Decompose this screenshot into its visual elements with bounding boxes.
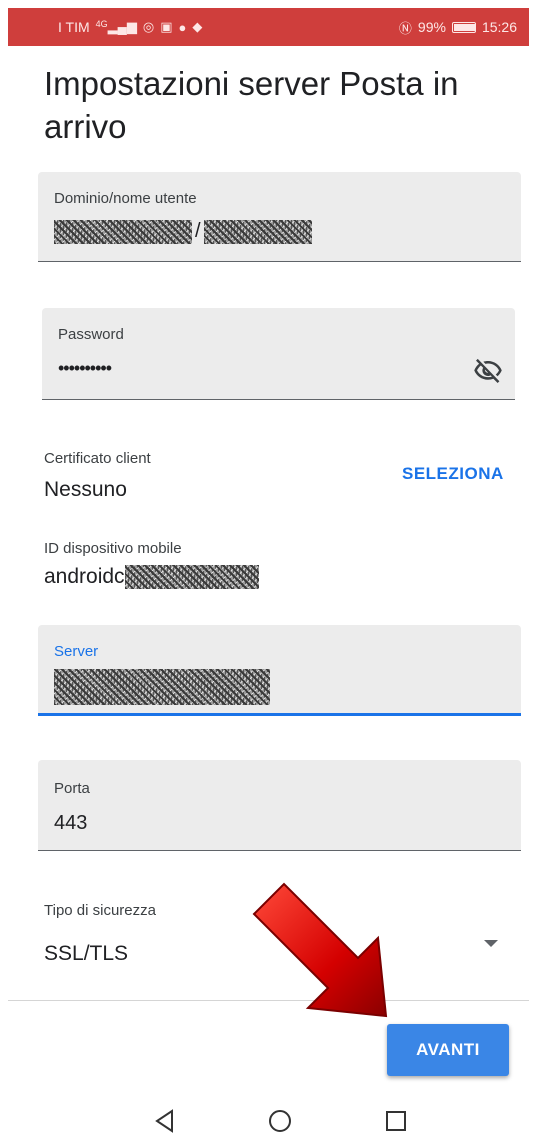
password-label: Password — [58, 326, 124, 343]
footer-divider — [8, 1000, 529, 1001]
back-triangle-icon[interactable] — [151, 1107, 179, 1135]
carrier-label: I TIM — [58, 19, 90, 35]
domain-separator: / — [195, 220, 201, 243]
device-id-value: androidc — [44, 565, 259, 590]
port-field[interactable]: Porta 443 — [38, 760, 521, 851]
server-field[interactable]: Server — [38, 625, 521, 716]
domain-username-label: Dominio/nome utente — [54, 190, 197, 207]
eye-off-icon[interactable] — [473, 356, 503, 386]
signal-label: 4G — [95, 19, 108, 29]
domain-username-field[interactable]: Dominio/nome utente / — [38, 172, 521, 262]
select-certificate-button[interactable]: SELEZIONA — [402, 464, 504, 484]
redacted-username — [203, 220, 312, 244]
password-value[interactable]: •••••••••• — [58, 358, 112, 379]
home-circle-icon[interactable] — [266, 1107, 294, 1135]
location-icon: ● — [178, 19, 187, 35]
redacted-server — [54, 669, 270, 705]
signal-icon: 4G▂▄▆ — [95, 19, 137, 34]
domain-username-value[interactable]: / — [54, 220, 312, 244]
app-icon: ◆ — [192, 19, 203, 34]
battery-percent: 99% — [417, 19, 446, 35]
chevron-down-icon[interactable] — [484, 940, 498, 947]
status-bar: I TIM 4G▂▄▆ ◎ ▣ ● ◆ Ⓝ 99% 15:26 — [8, 8, 529, 46]
redacted-device-id — [124, 565, 259, 590]
page-title: Impostazioni server Posta in arrivo — [44, 65, 459, 145]
notification-icon: ▣ — [160, 19, 173, 34]
client-certificate-value: Nessuno — [44, 478, 127, 501]
redacted-domain — [54, 220, 192, 244]
port-value[interactable]: 443 — [54, 812, 87, 835]
nfc-icon: Ⓝ — [398, 20, 412, 36]
client-certificate-label: Certificato client — [44, 450, 151, 467]
clock: 15:26 — [481, 19, 517, 35]
server-value[interactable] — [54, 669, 270, 705]
recents-square-icon[interactable] — [382, 1107, 410, 1135]
device-id-label: ID dispositivo mobile — [44, 540, 182, 557]
status-left: I TIM 4G▂▄▆ ◎ ▣ ● ◆ — [58, 19, 202, 35]
navigation-bar — [8, 1100, 529, 1142]
security-type-label: Tipo di sicurezza — [44, 902, 156, 919]
hotspot-icon: ◎ — [142, 19, 155, 34]
password-field[interactable]: Password •••••••••• — [42, 308, 515, 400]
status-right: Ⓝ 99% 15:26 — [399, 18, 517, 37]
next-button[interactable]: AVANTI — [387, 1024, 509, 1076]
security-type-value[interactable]: SSL/TLS — [44, 942, 128, 966]
device-id-prefix: androidc — [44, 565, 125, 588]
battery-icon — [451, 21, 476, 33]
server-label: Server — [54, 643, 99, 660]
port-label: Porta — [54, 780, 90, 797]
annotation-arrow-icon — [252, 882, 388, 1018]
